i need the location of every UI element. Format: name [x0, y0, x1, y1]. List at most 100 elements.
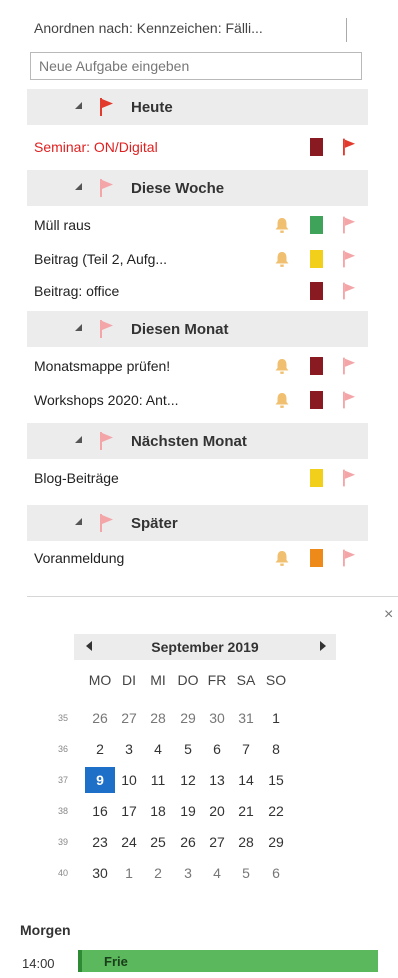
category-color-box[interactable] [310, 357, 323, 375]
reminder-bell-icon [274, 357, 290, 375]
group-header-diese-woche[interactable]: Diese Woche [27, 170, 368, 206]
calendar-day[interactable]: 2 [143, 860, 173, 886]
calendar-day[interactable]: 12 [173, 767, 203, 793]
calendar-day[interactable]: 27 [202, 829, 232, 855]
group-header-heute[interactable]: Heute [27, 89, 368, 125]
task-row[interactable]: Beitrag (Teil 2, Aufg... [34, 246, 364, 272]
calendar-day[interactable]: 3 [114, 736, 144, 762]
week-number: 36 [57, 744, 68, 754]
calendar-day[interactable]: 31 [231, 705, 261, 731]
calendar-day[interactable]: 20 [202, 798, 232, 824]
calendar-day[interactable]: 8 [261, 736, 291, 762]
divider [27, 596, 398, 597]
calendar-day[interactable]: 25 [143, 829, 173, 855]
appointment-stripe [78, 950, 82, 972]
week-number: 35 [57, 713, 68, 723]
weekday-label: SA [236, 672, 256, 688]
calendar-day[interactable]: 1 [261, 705, 291, 731]
sort-by-label[interactable]: Anordnen nach: Kennzeichen: Fälli... [34, 20, 344, 42]
group-label: Nächsten Monat [131, 433, 247, 450]
calendar-day[interactable]: 13 [202, 767, 232, 793]
calendar-day[interactable]: 6 [261, 860, 291, 886]
new-task-input[interactable]: Neue Aufgabe eingeben [30, 52, 362, 80]
calendar-day[interactable]: 24 [114, 829, 144, 855]
category-color-box[interactable] [310, 250, 323, 268]
calendar-day[interactable]: 29 [173, 705, 203, 731]
calendar-day[interactable]: 11 [143, 767, 173, 793]
calendar-day[interactable]: 21 [231, 798, 261, 824]
group-header-nachsten-monat[interactable]: Nächsten Monat [27, 423, 368, 459]
category-color-box[interactable] [310, 391, 323, 409]
collapse-triangle-icon[interactable] [75, 518, 82, 525]
calendar-day[interactable]: 4 [143, 736, 173, 762]
calendar-day[interactable]: 7 [231, 736, 261, 762]
calendar-day[interactable]: 16 [85, 798, 115, 824]
collapse-triangle-icon[interactable] [75, 436, 82, 443]
calendar-day[interactable]: 15 [261, 767, 291, 793]
group-header-spater[interactable]: Später [27, 505, 368, 541]
reminder-bell-icon [274, 549, 290, 567]
calendar-day[interactable]: 10 [114, 767, 144, 793]
task-title: Workshops 2020: Ant... [34, 392, 179, 408]
calendar-day[interactable]: 6 [202, 736, 232, 762]
task-row[interactable]: Workshops 2020: Ant... [34, 387, 364, 413]
collapse-triangle-icon[interactable] [75, 183, 82, 190]
calendar-day[interactable]: 22 [261, 798, 291, 824]
task-title: Monatsmappe prüfen! [34, 358, 171, 374]
calendar-day[interactable]: 5 [173, 736, 203, 762]
follow-up-flag-icon[interactable] [343, 357, 356, 375]
task-title: Voranmeldung [34, 550, 125, 566]
calendar-day[interactable]: 9 [85, 767, 115, 793]
calendar-day[interactable]: 26 [85, 705, 115, 731]
task-row[interactable]: Blog-Beiträge [34, 465, 364, 491]
group-header-diesen-monat[interactable]: Diesen Monat [27, 311, 368, 347]
flag-icon [100, 432, 114, 450]
task-row[interactable]: Beitrag: office [34, 278, 364, 304]
calendar-day[interactable]: 30 [202, 705, 232, 731]
calendar-day[interactable]: 5 [231, 860, 261, 886]
calendar-day[interactable]: 4 [202, 860, 232, 886]
task-row[interactable]: Seminar: ON/Digital [34, 134, 364, 160]
task-row[interactable]: Voranmeldung [34, 545, 364, 571]
group-label: Diesen Monat [131, 321, 229, 338]
calendar-day[interactable]: 23 [85, 829, 115, 855]
follow-up-flag-icon[interactable] [343, 216, 356, 234]
category-color-box[interactable] [310, 549, 323, 567]
collapse-triangle-icon[interactable] [75, 324, 82, 331]
task-row[interactable]: Monatsmappe prüfen! [34, 353, 364, 379]
follow-up-flag-icon[interactable] [343, 250, 356, 268]
category-color-box[interactable] [310, 138, 323, 156]
week-number: 39 [57, 837, 68, 847]
collapse-triangle-icon[interactable] [75, 102, 82, 109]
calendar-day[interactable]: 2 [85, 736, 115, 762]
calendar-day[interactable]: 30 [85, 860, 115, 886]
calendar-day[interactable]: 17 [114, 798, 144, 824]
category-color-box[interactable] [310, 469, 323, 487]
flag-icon [100, 98, 114, 116]
calendar-day[interactable]: 28 [143, 705, 173, 731]
follow-up-flag-icon[interactable] [343, 282, 356, 300]
calendar-day[interactable]: 3 [173, 860, 203, 886]
agenda-appointment[interactable]: Frie [78, 950, 378, 972]
calendar-day[interactable]: 19 [173, 798, 203, 824]
agenda-time: 14:00 [22, 956, 55, 971]
follow-up-flag-icon[interactable] [343, 549, 356, 567]
calendar-day[interactable]: 18 [143, 798, 173, 824]
task-row[interactable]: Müll raus [34, 212, 364, 238]
follow-up-flag-icon[interactable] [343, 138, 356, 156]
calendar-day[interactable]: 26 [173, 829, 203, 855]
calendar-day[interactable]: 1 [114, 860, 144, 886]
reminder-bell-icon [274, 391, 290, 409]
calendar-day[interactable]: 29 [261, 829, 291, 855]
category-color-box[interactable] [310, 282, 323, 300]
follow-up-flag-icon[interactable] [343, 469, 356, 487]
next-month-icon[interactable] [320, 641, 326, 651]
category-color-box[interactable] [310, 216, 323, 234]
appointment-label: Frie [104, 954, 128, 969]
close-icon[interactable]: × [384, 606, 393, 624]
calendar-day[interactable]: 14 [231, 767, 261, 793]
calendar-day[interactable]: 28 [231, 829, 261, 855]
week-number: 38 [57, 806, 68, 816]
follow-up-flag-icon[interactable] [343, 391, 356, 409]
calendar-day[interactable]: 27 [114, 705, 144, 731]
